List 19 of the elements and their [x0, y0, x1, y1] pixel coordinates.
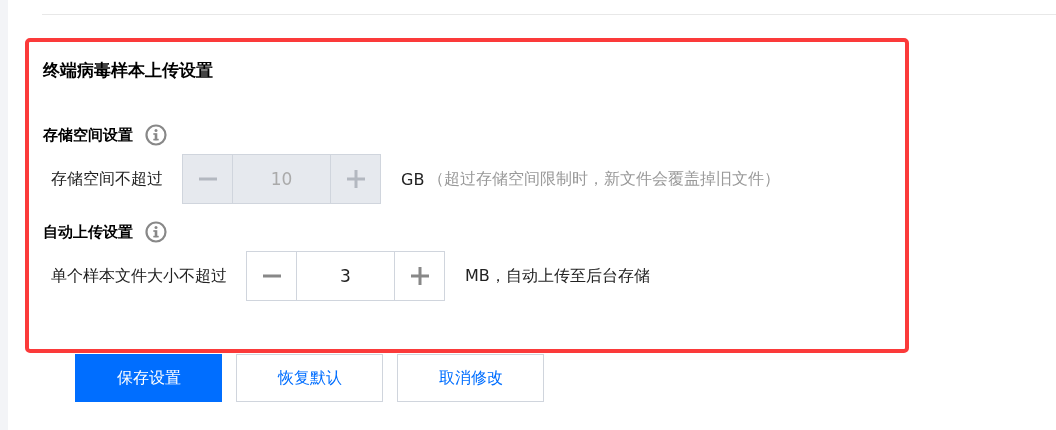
action-button[interactable]: 保存设置 — [75, 354, 222, 402]
plus-icon — [410, 267, 429, 285]
field-label: 单个样本文件大小不超过 — [51, 265, 227, 287]
action-button[interactable]: 取消修改 — [397, 354, 544, 402]
action-button[interactable]: 恢复默认 — [236, 354, 383, 402]
plus-icon — [346, 170, 365, 188]
unit-text: MB，自动上传至后台存储 — [465, 265, 650, 287]
minus-icon — [262, 274, 281, 278]
panel-title: 终端病毒样本上传设置 — [43, 59, 214, 82]
field-label: 存储空间不超过 — [51, 168, 163, 190]
increment-button[interactable] — [395, 251, 445, 301]
unit-text: GB — [401, 169, 425, 189]
section-heading: 自动上传设置 — [43, 222, 133, 242]
info-icon[interactable] — [145, 124, 167, 146]
number-input[interactable]: 3 — [296, 251, 395, 301]
hint-text: （超过存储空间限制时，新文件会覆盖掉旧文件） — [428, 168, 781, 190]
info-icon[interactable] — [145, 221, 167, 243]
section-heading: 存储空间设置 — [43, 125, 133, 145]
minus-icon — [198, 177, 217, 181]
